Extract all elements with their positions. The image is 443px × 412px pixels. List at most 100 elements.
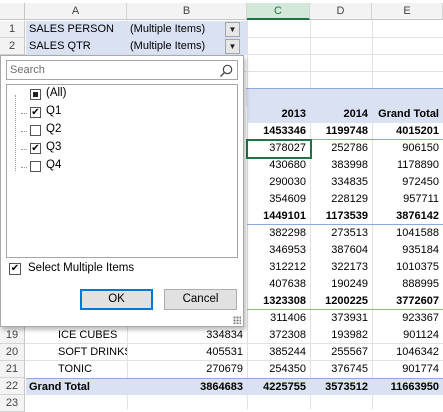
select-all-corner[interactable] [0, 3, 25, 20]
pivot-cell[interactable]: 405531 [127, 344, 247, 361]
tree-connector [15, 95, 17, 171]
filter-item-label: Q1 [46, 105, 62, 117]
checkbox-all[interactable] [30, 89, 41, 100]
checkbox-q1[interactable]: ✔ [30, 107, 41, 118]
grand-total-cell[interactable]: 3864683 [127, 378, 247, 395]
grand-total-cell[interactable]: 11663950 [372, 378, 443, 395]
pivot-cell[interactable]: 372308 [247, 327, 310, 344]
grand-total-cell[interactable]: 3573512 [310, 378, 372, 395]
pivot-cell[interactable]: 322173 [310, 259, 372, 276]
pivot-cell[interactable]: 972450 [372, 174, 443, 191]
search-icon [220, 64, 233, 77]
row-header[interactable]: 2 [0, 38, 25, 55]
tree-connector [21, 167, 27, 168]
filter-item-list[interactable]: (All) ✔ Q1 Q2 ✔ Q3 Q4 [6, 84, 238, 258]
pivot-cell[interactable]: 193982 [310, 327, 372, 344]
resize-grip-icon[interactable] [233, 316, 241, 324]
filter-item-label: Q3 [46, 141, 62, 153]
pivot-cell[interactable]: 1323308 [247, 293, 310, 310]
select-multiple-checkbox[interactable]: ✔ [9, 263, 21, 275]
filter-dropdown-icon[interactable]: ▼ [225, 39, 240, 54]
pivot-cell[interactable]: 407638 [247, 276, 310, 293]
row-label[interactable]: SOFT DRINKS [58, 344, 127, 361]
tree-connector [21, 113, 27, 114]
pivot-cell[interactable]: 1199748 [310, 123, 372, 140]
pivot-header-band [246, 89, 443, 106]
grand-total-cell[interactable]: 4225755 [247, 378, 310, 395]
checkbox-q4[interactable] [30, 161, 41, 172]
pivot-cell[interactable]: 385244 [247, 344, 310, 361]
filter-item-label: Q4 [46, 159, 62, 171]
pivot-cell[interactable]: 901124 [372, 327, 443, 344]
filter-item-label: Q2 [46, 123, 62, 135]
row-header[interactable]: 22 [0, 378, 25, 395]
filter-dropdown-panel[interactable]: (All) ✔ Q1 Q2 ✔ Q3 Q4 ✔ Select Multiple … [0, 55, 244, 327]
row-header[interactable]: 1 [0, 21, 25, 38]
pivot-cell[interactable]: 270679 [127, 361, 247, 378]
row-header[interactable]: 20 [0, 344, 25, 361]
pivot-cell[interactable]: 252786 [310, 140, 372, 157]
grand-total-label[interactable]: Grand Total [26, 378, 127, 395]
column-header-d[interactable]: D [310, 3, 372, 20]
pivot-cell[interactable]: 906150 [372, 140, 443, 157]
pivot-cell[interactable]: 273513 [310, 225, 372, 242]
pivot-cell[interactable]: 346953 [247, 242, 310, 259]
filter-label-sales-qtr: SALES QTR [26, 38, 127, 55]
pivot-cell[interactable]: 228129 [310, 191, 372, 208]
tree-connector [21, 149, 27, 150]
filter-label-sales-person: SALES PERSON [26, 21, 127, 38]
pivot-cell[interactable]: 383998 [310, 157, 372, 174]
ok-button[interactable]: OK [80, 289, 153, 310]
pivot-cell[interactable]: 254350 [247, 361, 310, 378]
pivot-cell[interactable]: 190249 [310, 276, 372, 293]
pivot-cell[interactable]: 935184 [372, 242, 443, 259]
checkbox-q3[interactable]: ✔ [30, 143, 41, 154]
pivot-cell[interactable]: 373931 [310, 310, 372, 327]
column-header-b[interactable]: B [127, 3, 247, 20]
active-cell-selection [246, 139, 312, 159]
filter-dropdown-icon[interactable]: ▼ [225, 22, 240, 37]
pivot-cell[interactable]: 430680 [247, 157, 310, 174]
cancel-button[interactable]: Cancel [164, 289, 237, 310]
pivot-cell[interactable]: 334835 [310, 174, 372, 191]
pivot-cell[interactable]: 957711 [372, 191, 443, 208]
year-header-2014: 2014 [310, 106, 372, 123]
column-header-c[interactable]: C [247, 3, 310, 20]
filter-item-label: (All) [46, 87, 67, 99]
row-header[interactable]: 23 [0, 395, 25, 412]
pivot-cell[interactable]: 1041588 [372, 225, 443, 242]
pivot-cell[interactable]: 382298 [247, 225, 310, 242]
pivot-cell[interactable]: 387604 [310, 242, 372, 259]
pivot-cell[interactable]: 1010375 [372, 259, 443, 276]
pivot-cell[interactable]: 1178890 [372, 157, 443, 174]
search-box[interactable] [6, 60, 238, 80]
pivot-cell[interactable]: 1173539 [310, 208, 372, 225]
pivot-cell[interactable]: 290030 [247, 174, 310, 191]
pivot-cell[interactable]: 376745 [310, 361, 372, 378]
pivot-cell[interactable]: 3772607 [372, 293, 443, 310]
pivot-cell[interactable]: 888995 [372, 276, 443, 293]
row-header[interactable]: 19 [0, 327, 25, 344]
pivot-cell[interactable]: 334834 [127, 327, 247, 344]
pivot-cell[interactable]: 1453346 [247, 123, 310, 140]
pivot-cell[interactable]: 1046342 [372, 344, 443, 361]
pivot-cell[interactable]: 901774 [372, 361, 443, 378]
pivot-cell[interactable]: 1449101 [247, 208, 310, 225]
pivot-cell[interactable]: 311406 [247, 310, 310, 327]
pivot-cell[interactable]: 923367 [372, 310, 443, 327]
search-input[interactable] [10, 63, 210, 77]
tree-connector [21, 131, 27, 132]
pivot-cell[interactable]: 4015201 [372, 123, 443, 140]
checkbox-q2[interactable] [30, 125, 41, 136]
row-label[interactable]: ICE CUBES [58, 327, 127, 344]
pivot-cell[interactable]: 255567 [310, 344, 372, 361]
row-label[interactable]: TONIC [58, 361, 127, 378]
grand-total-header: Grand Total [372, 106, 443, 123]
pivot-cell[interactable]: 1200225 [310, 293, 372, 310]
column-header-e[interactable]: E [372, 3, 443, 20]
column-header-a[interactable]: A [25, 3, 127, 20]
row-header[interactable]: 21 [0, 361, 25, 378]
pivot-cell[interactable]: 354609 [247, 191, 310, 208]
pivot-cell[interactable]: 312212 [247, 259, 310, 276]
pivot-cell[interactable]: 3876142 [372, 208, 443, 225]
